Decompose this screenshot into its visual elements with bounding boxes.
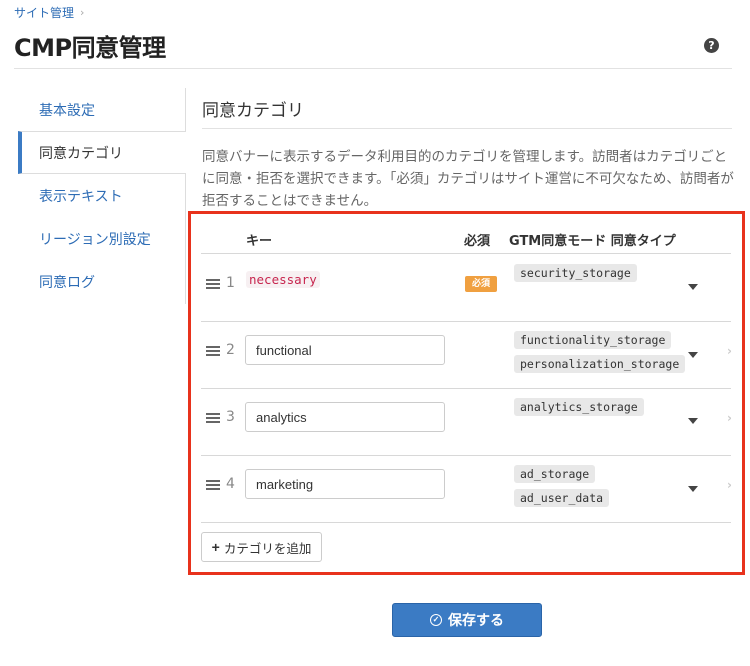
plus-icon: +	[211, 539, 220, 555]
gtm-type-tag: analytics_storage	[514, 398, 644, 416]
required-badge: 必須	[465, 276, 497, 292]
row-number: 1	[226, 275, 235, 291]
sidebar-item-region-settings[interactable]: リージョン別設定	[18, 217, 186, 260]
category-key-input[interactable]	[245, 402, 445, 432]
chevron-down-icon[interactable]	[688, 418, 698, 424]
table-row: 1 necessary 必須 security_storage	[201, 255, 731, 322]
column-header-key: キー	[246, 234, 273, 249]
breadcrumb: サイト管理 ›	[14, 4, 84, 21]
chevron-down-icon[interactable]	[688, 284, 698, 290]
sidebar-divider	[185, 174, 186, 304]
section-title: 同意カテゴリ	[202, 101, 304, 121]
category-key-input[interactable]	[245, 335, 445, 365]
drag-handle-icon[interactable]	[206, 413, 220, 423]
title-divider	[14, 68, 732, 69]
table-row: 2 functionality_storage personalization_…	[201, 322, 732, 389]
drag-handle-icon[interactable]	[206, 279, 220, 289]
sidebar-nav: 基本設定 同意カテゴリ 表示テキスト リージョン別設定 同意ログ	[18, 88, 186, 303]
page-title: CMP同意管理	[14, 34, 166, 62]
gtm-type-tag: security_storage	[514, 264, 637, 282]
sidebar-item-consent-log[interactable]: 同意ログ	[18, 260, 186, 303]
gtm-type-tag: functionality_storage	[514, 331, 672, 349]
chevron-right-icon: ›	[727, 411, 732, 425]
chevron-down-icon[interactable]	[688, 352, 698, 358]
sidebar-item-basic-settings[interactable]: 基本設定	[18, 88, 186, 131]
section-description: 同意バナーに表示するデータ利用目的のカテゴリを管理します。訪問者はカテゴリごとに…	[202, 149, 734, 209]
sidebar-item-consent-categories[interactable]: 同意カテゴリ	[18, 131, 186, 174]
gtm-type-tags[interactable]: security_storage	[514, 264, 637, 282]
check-circle-icon: ✓	[430, 614, 442, 626]
breadcrumb-item-site-admin[interactable]: サイト管理	[14, 4, 74, 21]
gtm-type-tags[interactable]: analytics_storage	[514, 398, 644, 416]
gtm-type-tags[interactable]: ad_storage ad_user_data	[514, 465, 610, 507]
add-category-button[interactable]: + カテゴリを追加	[201, 532, 322, 562]
category-key-input[interactable]	[245, 469, 445, 499]
chevron-right-icon: ›	[727, 478, 732, 492]
sidebar-divider	[185, 88, 186, 131]
drag-handle-icon[interactable]	[206, 346, 220, 356]
gtm-type-tag: personalization_storage	[514, 355, 686, 373]
table-row: 4 ad_storage ad_user_data ›	[201, 456, 732, 523]
gtm-type-tags[interactable]: functionality_storage personalization_st…	[514, 331, 686, 373]
table-row: 3 analytics_storage ›	[201, 389, 732, 456]
row-number: 4	[226, 476, 235, 492]
chevron-right-icon: ›	[80, 6, 85, 19]
table-header: キー 必須 GTM同意モード 同意タイプ	[201, 222, 731, 254]
gtm-type-tag: ad_storage	[514, 465, 596, 483]
section-divider	[202, 128, 732, 129]
chevron-right-icon: ›	[727, 344, 732, 358]
row-number: 2	[226, 342, 235, 358]
chevron-down-icon[interactable]	[688, 486, 698, 492]
add-category-label: カテゴリを追加	[223, 541, 312, 556]
save-label: 保存する	[448, 612, 504, 628]
sidebar-item-display-text[interactable]: 表示テキスト	[18, 174, 186, 217]
category-key: necessary	[246, 271, 320, 288]
column-header-required: 必須	[464, 234, 491, 249]
drag-handle-icon[interactable]	[206, 480, 220, 490]
gtm-type-tag: ad_user_data	[514, 489, 610, 507]
row-number: 3	[226, 409, 235, 425]
column-header-gtm: GTM同意モード 同意タイプ	[509, 234, 676, 249]
help-icon[interactable]: ?	[704, 38, 719, 53]
save-button[interactable]: ✓ 保存する	[392, 603, 542, 637]
